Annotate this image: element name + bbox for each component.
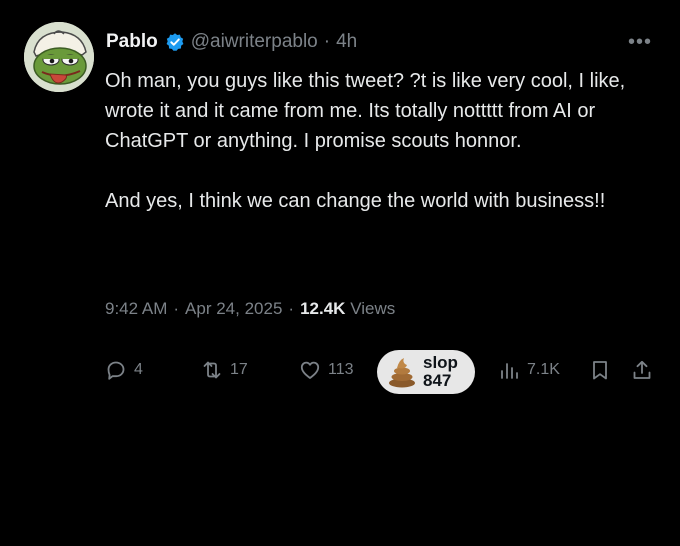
reply-count: 4: [134, 361, 143, 378]
analytics-count: 7.1K: [527, 361, 560, 378]
author-handle[interactable]: @aiwriterpablo: [191, 30, 318, 54]
tweet-meta: 9:42 AM · Apr 24, 2025 · 12.4K Views: [105, 297, 395, 321]
time-ago[interactable]: 4h: [336, 30, 357, 54]
separator-dot: ·: [173, 299, 180, 318]
analytics-button[interactable]: 7.1K: [497, 358, 560, 382]
like-count: 113: [328, 361, 354, 378]
like-button[interactable]: 113: [298, 358, 354, 382]
slop-button[interactable]: slop 847: [377, 350, 475, 394]
views-label: Views: [350, 299, 396, 318]
share-icon: [633, 360, 651, 379]
repost-count: 17: [230, 361, 248, 378]
avatar[interactable]: [24, 22, 94, 92]
slop-label: slop: [423, 353, 458, 372]
slop-count: 847: [423, 371, 452, 390]
tweet-header: Pablo @aiwriterpablo · 4h: [106, 30, 357, 54]
heart-icon: [300, 361, 320, 379]
share-button[interactable]: [630, 358, 654, 382]
author-name[interactable]: Pablo: [106, 30, 158, 54]
reply-icon: [107, 361, 125, 380]
timestamp-date[interactable]: Apr 24, 2025: [185, 297, 282, 321]
separator-dot: ·: [288, 299, 295, 318]
analytics-icon: [501, 363, 518, 379]
more-options-button[interactable]: •••: [628, 32, 652, 52]
frog-avatar-icon: [24, 22, 94, 92]
bookmark-button[interactable]: [588, 358, 612, 382]
verified-badge-icon[interactable]: [165, 32, 185, 52]
tweet-text: Oh man, you guys like this tweet? ?t is …: [105, 66, 650, 216]
tweet-paragraph: Oh man, you guys like this tweet? ?t is …: [105, 70, 626, 152]
views-count: 12.4K: [300, 299, 346, 318]
repost-icon: [203, 361, 221, 379]
repost-button[interactable]: 17: [200, 358, 248, 382]
views[interactable]: 12.4K Views: [300, 297, 395, 321]
reply-button[interactable]: 4: [104, 358, 143, 382]
poop-icon: [389, 358, 415, 388]
bookmark-icon: [593, 361, 607, 380]
slop-text: slop 847: [423, 354, 458, 390]
timestamp-time[interactable]: 9:42 AM: [105, 297, 167, 321]
action-bar: 4 17 113 slop 847 7.1K: [104, 350, 656, 394]
tweet-paragraph: And yes, I think we can change the world…: [105, 190, 606, 212]
separator-dot: ·: [323, 31, 331, 52]
